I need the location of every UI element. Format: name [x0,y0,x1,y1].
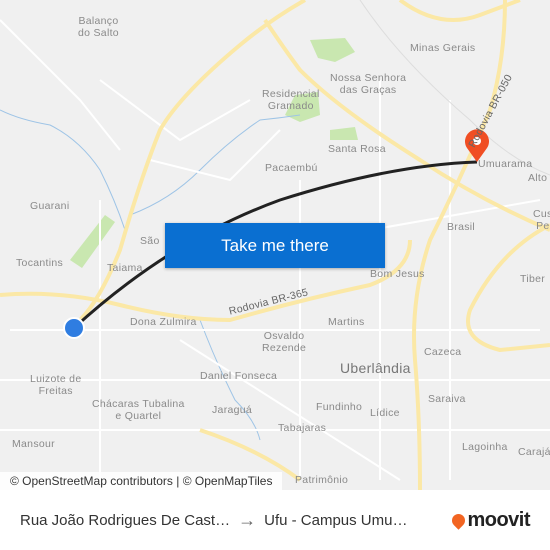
map-label: Lídice [370,407,400,419]
map-attribution[interactable]: © OpenStreetMap contributors | © OpenMap… [0,472,283,490]
map-label: Carajá [518,446,550,458]
origin-name: Rua João Rodrigues De Cast… [20,511,231,529]
take-me-there-button[interactable]: Take me there [165,223,385,268]
map-label: Fundinho [316,401,363,413]
map-label: Santa Rosa [328,143,386,155]
map-label: Dona Zulmira [130,316,197,328]
map-label: Cus Pe [533,208,550,232]
map-label: Brasil [447,221,476,233]
map-label: Tocantins [16,257,64,269]
destination-name: Ufu - Campus Umu… [264,511,408,529]
map-label: Alto [528,172,548,184]
route-footer: Rua João Rodrigues De Cast… → Ufu - Camp… [0,490,550,550]
arrow-right-icon: → [238,509,257,530]
origin-dot [63,317,85,339]
map-label: Jaraguá [212,404,253,416]
map-label: Luizote de Freitas [30,373,82,397]
map[interactable]: Balanço do Salto Minas Gerais Nossa Senhor… [0,0,550,490]
map-label: Daniel Fonseca [200,370,278,382]
map-label: Patrimônio [295,474,349,486]
brand-name: moovit [467,508,530,531]
map-label: Tabajaras [278,422,327,434]
map-label: Minas Gerais [410,42,476,54]
map-label: Pacaembú [265,162,318,174]
map-label: Uberlândia [340,360,411,376]
map-label: Saraiva [428,393,466,405]
map-label: Residencial Gramado [262,88,320,112]
map-label: Balanço do Salto [78,15,119,39]
moovit-logo: moovit [449,508,530,532]
map-label: São [140,235,160,247]
map-label: Taiama [107,262,143,274]
map-label: Mansour [12,438,55,450]
map-label: Lagoinha [462,441,508,453]
map-label: Bom Jesus [370,268,425,280]
map-label: Tiber [520,273,546,285]
map-label: Chácaras Tubalina e Quartel [92,398,185,422]
map-label: Osvaldo Rezende [262,330,307,354]
moovit-pin-icon [449,510,469,530]
map-label: Nossa Senhora das Graças [330,72,407,96]
map-label: Cazeca [424,346,462,358]
map-label: Umuarama [478,158,533,170]
map-label: Martins [328,316,365,328]
map-label: Guarani [30,200,70,212]
